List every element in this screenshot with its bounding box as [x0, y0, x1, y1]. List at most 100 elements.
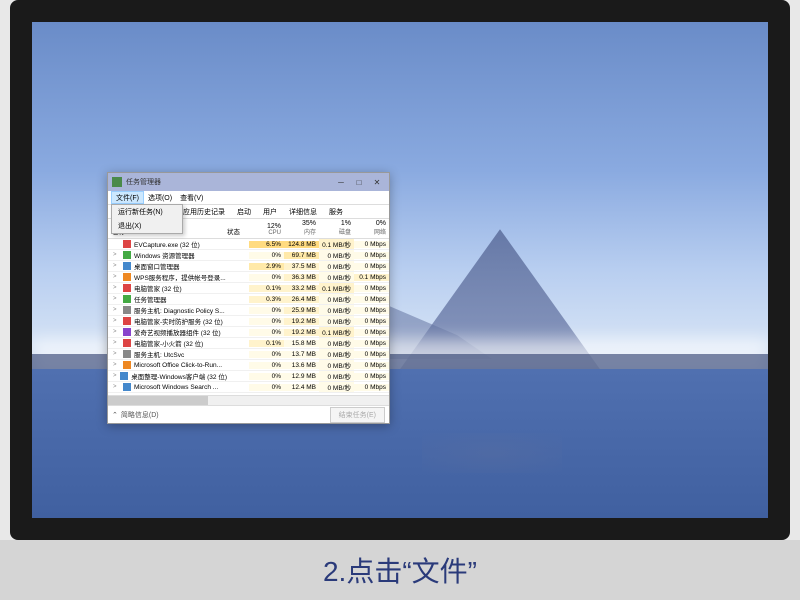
- process-name: Windows 资源管理器: [134, 250, 195, 260]
- dropdown-run-new-task[interactable]: 运行新任务(N): [112, 205, 182, 219]
- process-name-cell: >服务主机: UtcSvc: [108, 349, 227, 359]
- process-disk: 0.1 MB/秒: [319, 283, 354, 293]
- menu-view[interactable]: 查看(V): [176, 191, 207, 204]
- horizontal-scrollbar[interactable]: [108, 395, 389, 405]
- process-row[interactable]: >爱奇艺视频播放器组件 (32 位)0%19.2 MB0.1 MB/秒0 Mbp…: [108, 327, 389, 338]
- process-name-cell: >任务管理器: [108, 294, 227, 304]
- process-network: 0 Mbps: [354, 384, 389, 391]
- process-network: 0 Mbps: [354, 241, 389, 248]
- process-cpu: 2.9%: [249, 263, 284, 270]
- process-disk: 0.1 MB/秒: [319, 327, 354, 337]
- process-name: 电脑管家-小火箭 (32 位): [134, 338, 203, 348]
- menubar: 文件(F) 选项(O) 查看(V) 运行新任务(N) 退出(X): [108, 191, 389, 205]
- process-network: 0 Mbps: [354, 373, 389, 380]
- process-row[interactable]: >任务管理器0.3%26.4 MB0 MB/秒0 Mbps: [108, 294, 389, 305]
- process-disk: 0 MB/秒: [319, 349, 354, 359]
- process-icon: [123, 361, 131, 369]
- process-name-cell: > Windows 资源管理器: [108, 250, 227, 260]
- process-icon: [123, 240, 131, 248]
- statusbar: ⌃ 简略信息(D) 结束任务(E): [108, 405, 389, 423]
- instruction-caption-bar: 2.点击“文件”: [0, 540, 800, 600]
- fewer-details-button[interactable]: ⌃ 简略信息(D): [112, 410, 159, 420]
- tab-app-history[interactable]: 应用历史记录: [178, 206, 230, 218]
- expand-icon[interactable]: >: [113, 384, 120, 390]
- process-name: 服务主机: Diagnostic Policy S...: [134, 305, 225, 315]
- process-icon: [123, 306, 131, 314]
- process-cpu: 0%: [249, 384, 284, 391]
- process-row[interactable]: >电脑管家-实时防护服务 (32 位)0%19.2 MB0 MB/秒0 Mbps: [108, 316, 389, 327]
- process-name-cell: >Microsoft Office Click-to-Run...: [108, 361, 227, 369]
- expand-icon[interactable]: >: [113, 307, 120, 313]
- process-cpu: 0%: [249, 307, 284, 314]
- process-row[interactable]: >电脑管家 (32 位)0.1%33.2 MB0.1 MB/秒0 Mbps: [108, 283, 389, 294]
- process-row[interactable]: >WPS服务程序，提供帐号登录...0%36.3 MB0 MB/秒0.1 Mbp…: [108, 272, 389, 283]
- process-memory: 13.7 MB: [284, 351, 319, 358]
- process-memory: 12.9 MB: [284, 373, 319, 380]
- scroll-thumb[interactable]: [108, 396, 208, 405]
- close-button[interactable]: ✕: [369, 175, 385, 189]
- process-network: 0 Mbps: [354, 329, 389, 336]
- process-name-cell: > 服务主机: Diagnostic Policy S...: [108, 305, 227, 315]
- expand-icon[interactable]: >: [113, 274, 120, 280]
- process-memory: 12.4 MB: [284, 384, 319, 391]
- menu-file[interactable]: 文件(F): [111, 191, 144, 204]
- expand-icon[interactable]: >: [113, 362, 120, 368]
- process-memory: 37.5 MB: [284, 263, 319, 270]
- process-row[interactable]: >电脑管家-小火箭 (32 位)0.1%15.8 MB0 MB/秒0 Mbps: [108, 338, 389, 349]
- tab-details[interactable]: 详细信息: [284, 206, 322, 218]
- header-network[interactable]: 0% 网络: [354, 220, 389, 236]
- process-icon: [120, 372, 128, 380]
- expand-icon[interactable]: >: [113, 340, 120, 346]
- end-task-button[interactable]: 结束任务(E): [330, 407, 385, 423]
- tab-users[interactable]: 用户: [258, 206, 282, 218]
- expand-icon[interactable]: >: [113, 318, 120, 324]
- expand-icon[interactable]: >: [113, 296, 120, 302]
- process-icon: [123, 295, 131, 303]
- expand-icon[interactable]: >: [113, 373, 117, 379]
- maximize-button[interactable]: □: [351, 175, 367, 189]
- window-title: 任务管理器: [126, 177, 161, 187]
- minimize-button[interactable]: ─: [333, 175, 349, 189]
- process-cpu: 0%: [249, 362, 284, 369]
- expand-icon[interactable]: >: [113, 351, 120, 357]
- process-row[interactable]: >服务主机: Diagnostic Policy S...0%25.9 MB0 …: [108, 305, 389, 316]
- header-status[interactable]: 状态: [227, 226, 249, 236]
- desktop-wallpaper: 任务管理器 ─ □ ✕ 文件(F) 选项(O) 查看(V) 运行新任务(N) 退…: [32, 22, 768, 518]
- process-row[interactable]: >服务主机: UtcSvc0%13.7 MB0 MB/秒0 Mbps: [108, 349, 389, 360]
- app-icon: [112, 177, 122, 187]
- process-disk: 0 MB/秒: [319, 360, 354, 370]
- process-row[interactable]: >桌面窗口管理器2.9%37.5 MB0 MB/秒0 Mbps: [108, 261, 389, 272]
- process-row[interactable]: EVCapture.exe (32 位)6.5%124.8 MB0.1 MB/秒…: [108, 239, 389, 250]
- process-name-cell: >爱奇艺视频播放器组件 (32 位): [108, 327, 227, 337]
- process-memory: 33.2 MB: [284, 285, 319, 292]
- process-name-cell: >电脑管家 (32 位): [108, 283, 227, 293]
- dropdown-exit[interactable]: 退出(X): [112, 219, 182, 233]
- expand-icon[interactable]: >: [113, 263, 120, 269]
- tab-startup[interactable]: 启动: [232, 206, 256, 218]
- header-cpu[interactable]: 12% CPU: [249, 223, 284, 236]
- process-row[interactable]: >Microsoft Office Click-to-Run...0%13.6 …: [108, 360, 389, 371]
- process-memory: 69.7 MB: [284, 252, 319, 259]
- process-cpu: 0%: [249, 373, 284, 380]
- expand-icon[interactable]: >: [113, 285, 120, 291]
- process-row[interactable]: >Windows 资源管理器0%69.7 MB0 MB/秒0 Mbps: [108, 250, 389, 261]
- process-disk: 0 MB/秒: [319, 338, 354, 348]
- expand-icon[interactable]: >: [113, 252, 120, 258]
- process-cpu: 0.3%: [249, 296, 284, 303]
- process-icon: [123, 251, 131, 259]
- process-cpu: 0.1%: [249, 340, 284, 347]
- titlebar[interactable]: 任务管理器 ─ □ ✕: [108, 173, 389, 191]
- expand-icon[interactable]: >: [113, 329, 120, 335]
- process-name: EVCapture.exe (32 位): [134, 239, 200, 249]
- process-disk: 0 MB/秒: [319, 250, 354, 260]
- header-memory[interactable]: 35% 内存: [284, 220, 319, 236]
- process-row[interactable]: >Microsoft Windows Search ...0%12.4 MB0 …: [108, 382, 389, 393]
- header-disk[interactable]: 1% 磁盘: [319, 220, 354, 236]
- tab-services[interactable]: 服务: [324, 206, 348, 218]
- chevron-up-icon: ⌃: [112, 411, 118, 419]
- process-name-cell: >桌面窗口管理器: [108, 261, 227, 271]
- process-icon: [123, 350, 131, 358]
- menu-options[interactable]: 选项(O): [144, 191, 176, 204]
- process-row[interactable]: >桌面整理-Windows客户端 (32 位)0%12.9 MB0 MB/秒0 …: [108, 371, 389, 382]
- process-icon: [123, 339, 131, 347]
